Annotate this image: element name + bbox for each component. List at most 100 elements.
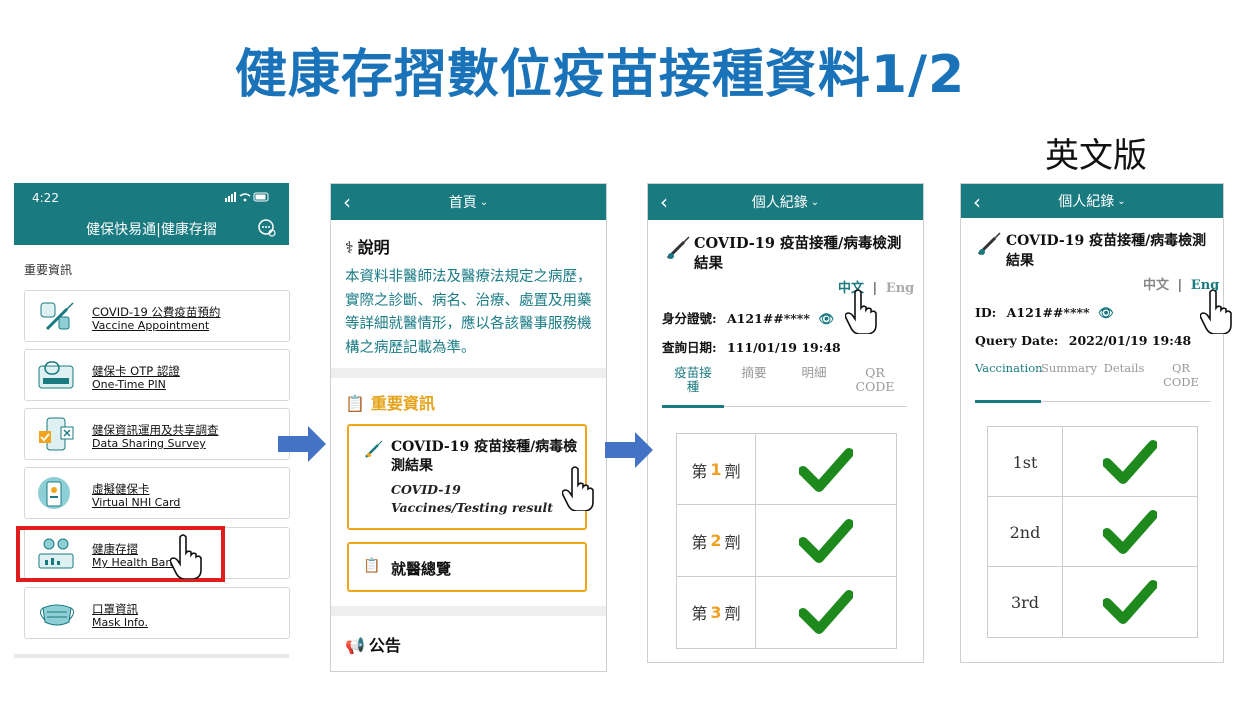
eye-icon[interactable]: 👁 xyxy=(1098,305,1114,320)
menu-item-en-label: Vaccine Appointment xyxy=(92,319,210,332)
otp-card-icon xyxy=(38,361,74,389)
dose-status xyxy=(756,505,896,576)
menu-item-en-label: Virtual NHI Card xyxy=(92,496,181,509)
menu-item-en-label: Data Sharing Survey xyxy=(92,437,206,450)
screen-personal-record-zh: ‹ 個人紀錄 ⌄ COVID-19 疫苗接種/病毒檢測結果 中文 | Eng 身… xyxy=(647,183,924,663)
visit-overview-card[interactable]: 📋 就醫總覽 xyxy=(347,542,587,592)
nav-title[interactable]: 首頁 xyxy=(449,192,477,212)
check-icon xyxy=(799,518,853,563)
tab-vaccination[interactable]: Vaccination xyxy=(975,361,1043,375)
menu-item-zh-label: 口罩資訊 xyxy=(92,602,138,616)
query-date-field: 查詢日期: 111/01/19 19:48 xyxy=(662,337,841,356)
back-icon[interactable]: ‹ xyxy=(660,190,668,214)
id-value: A121##**** xyxy=(726,311,810,326)
dose-row: 第3劑 xyxy=(677,576,896,648)
dose-row: 2nd xyxy=(988,497,1197,567)
check-icon xyxy=(1103,580,1157,624)
nav-bar: ‹ 首頁 ⌄ xyxy=(331,184,606,220)
record-tabs: Vaccination Summary Details QR CODE xyxy=(975,361,1211,403)
pointer-hand-icon xyxy=(1200,289,1232,334)
pointer-hand-icon xyxy=(170,534,202,579)
query-date-field: Query Date: 2022/01/19 19:48 xyxy=(975,333,1191,348)
lang-separator: | xyxy=(1177,278,1183,293)
id-field: ID: A121##**** 👁 xyxy=(975,305,1114,321)
nav-bar: ‹ 個人紀錄 ⌄ xyxy=(961,184,1223,218)
id-value: A121##**** xyxy=(1006,305,1090,320)
menu-item-zh-label: 健保資訊運用及共享調查 xyxy=(92,423,219,437)
dose-label: 3rd xyxy=(988,567,1063,637)
tab-summary[interactable]: Summary xyxy=(1041,361,1097,375)
chat-support-icon[interactable] xyxy=(257,218,277,238)
chevron-down-icon: ⌄ xyxy=(810,196,820,208)
tab-details[interactable]: 明細 xyxy=(792,366,836,380)
back-icon[interactable]: ‹ xyxy=(343,190,351,214)
check-icon xyxy=(799,590,853,635)
syringe-icon xyxy=(977,232,1001,256)
check-icon xyxy=(1103,440,1157,484)
status-icons xyxy=(225,191,271,205)
menu-item-en-label: Mask Info. xyxy=(92,616,148,629)
dose-suffix: 劑 xyxy=(724,532,741,552)
dose-status xyxy=(1063,497,1197,567)
menu-item-vaccine-appointment[interactable]: COVID-19 公費疫苗預約 Vaccine Appointment xyxy=(24,290,290,342)
mask-icon xyxy=(39,604,75,626)
dose-status xyxy=(1063,427,1197,497)
nav-title[interactable]: 個人紀錄 xyxy=(1058,191,1114,211)
back-icon[interactable]: ‹ xyxy=(973,190,981,214)
status-time: 4:22 xyxy=(32,191,59,205)
lang-zh-button[interactable]: 中文 xyxy=(1143,278,1169,293)
dose-suffix: 劑 xyxy=(724,604,741,624)
chevron-down-icon: ⌄ xyxy=(479,196,489,208)
dose-number: 2 xyxy=(710,531,722,551)
tab-qr-code[interactable]: QR CODE xyxy=(852,366,898,394)
explain-body: 本資料非醫師法及醫療法規定之病歷，實際之診斷、病名、治療、處置及用藥等詳細就醫情… xyxy=(345,269,592,356)
app-header: 健保快易通|健康存摺 xyxy=(14,213,289,245)
dose-label: 第2劑 xyxy=(677,505,756,577)
vaccine-syringe-icon xyxy=(40,302,74,331)
record-tabs: 疫苗接種 摘要 明細 QR CODE xyxy=(662,366,907,408)
dose-status xyxy=(756,577,896,648)
menu-item-virtual-nhi-card[interactable]: 虛擬健保卡 Virtual NHI Card xyxy=(24,467,290,519)
menu-item-zh-label: 虛擬健保卡 xyxy=(92,482,150,496)
nav-title[interactable]: 個人紀錄 xyxy=(752,192,808,212)
card-subtitle: COVID-19 Vaccines/Testing result xyxy=(391,482,554,515)
dose-label: 第1劑 xyxy=(677,434,756,506)
important-heading: 📋 重要資訊 xyxy=(345,390,435,414)
flow-arrow-icon xyxy=(605,432,653,468)
signal-wifi-battery-icon xyxy=(225,192,269,202)
dose-status xyxy=(1063,567,1197,637)
important-heading-text: 重要資訊 xyxy=(370,394,435,413)
dose-prefix: 第 xyxy=(691,461,708,481)
menu-item-data-sharing[interactable]: 健保資訊運用及共享調查 Data Sharing Survey xyxy=(24,408,290,460)
english-version-label: 英文版 xyxy=(1045,136,1147,176)
dose-row: 第2劑 xyxy=(677,505,896,577)
dose-label: 1st xyxy=(988,427,1063,497)
tab-details[interactable]: Details xyxy=(1101,361,1147,375)
dose-row: 1st xyxy=(988,427,1197,497)
menu-item-mask-info[interactable]: 口罩資訊 Mask Info. xyxy=(24,587,290,639)
dose-prefix: 第 xyxy=(691,604,708,624)
dose-number: 1 xyxy=(710,460,722,480)
tab-summary[interactable]: 摘要 xyxy=(732,366,776,380)
menu-item-otp[interactable]: 健保卡 OTP 認證 One-Time PIN xyxy=(24,349,290,401)
flow-arrow-icon xyxy=(278,426,326,462)
tab-vaccination[interactable]: 疫苗接種 xyxy=(670,366,716,394)
query-date-label: 查詢日期: xyxy=(662,340,717,355)
stethoscope-icon: ⚕ xyxy=(345,238,354,257)
nav-bar: ‹ 個人紀錄 ⌄ xyxy=(648,184,923,220)
syringe-icon xyxy=(666,236,690,260)
dose-row: 3rd xyxy=(988,567,1197,637)
tab-qr-code[interactable]: QR CODE xyxy=(1161,361,1201,389)
app-title: 健保快易通|健康存摺 xyxy=(86,222,217,238)
slide-title: 健康存摺數位疫苗接種資料1/2 xyxy=(234,45,966,105)
check-icon xyxy=(799,447,853,492)
covid-record-card[interactable]: COVID-19 疫苗接種/病毒檢測結果 COVID-19 Vaccines/T… xyxy=(347,424,587,530)
active-tab-indicator xyxy=(975,400,1041,403)
clipboard-icon: 📋 xyxy=(345,394,365,413)
dose-prefix: 第 xyxy=(691,532,708,552)
section-label-important: 重要資訊 xyxy=(24,263,73,277)
eye-icon[interactable]: 👁 xyxy=(818,311,834,326)
dose-row: 第1劑 xyxy=(677,434,896,506)
dose-suffix: 劑 xyxy=(724,461,741,481)
lang-en-button[interactable]: Eng xyxy=(886,281,914,296)
